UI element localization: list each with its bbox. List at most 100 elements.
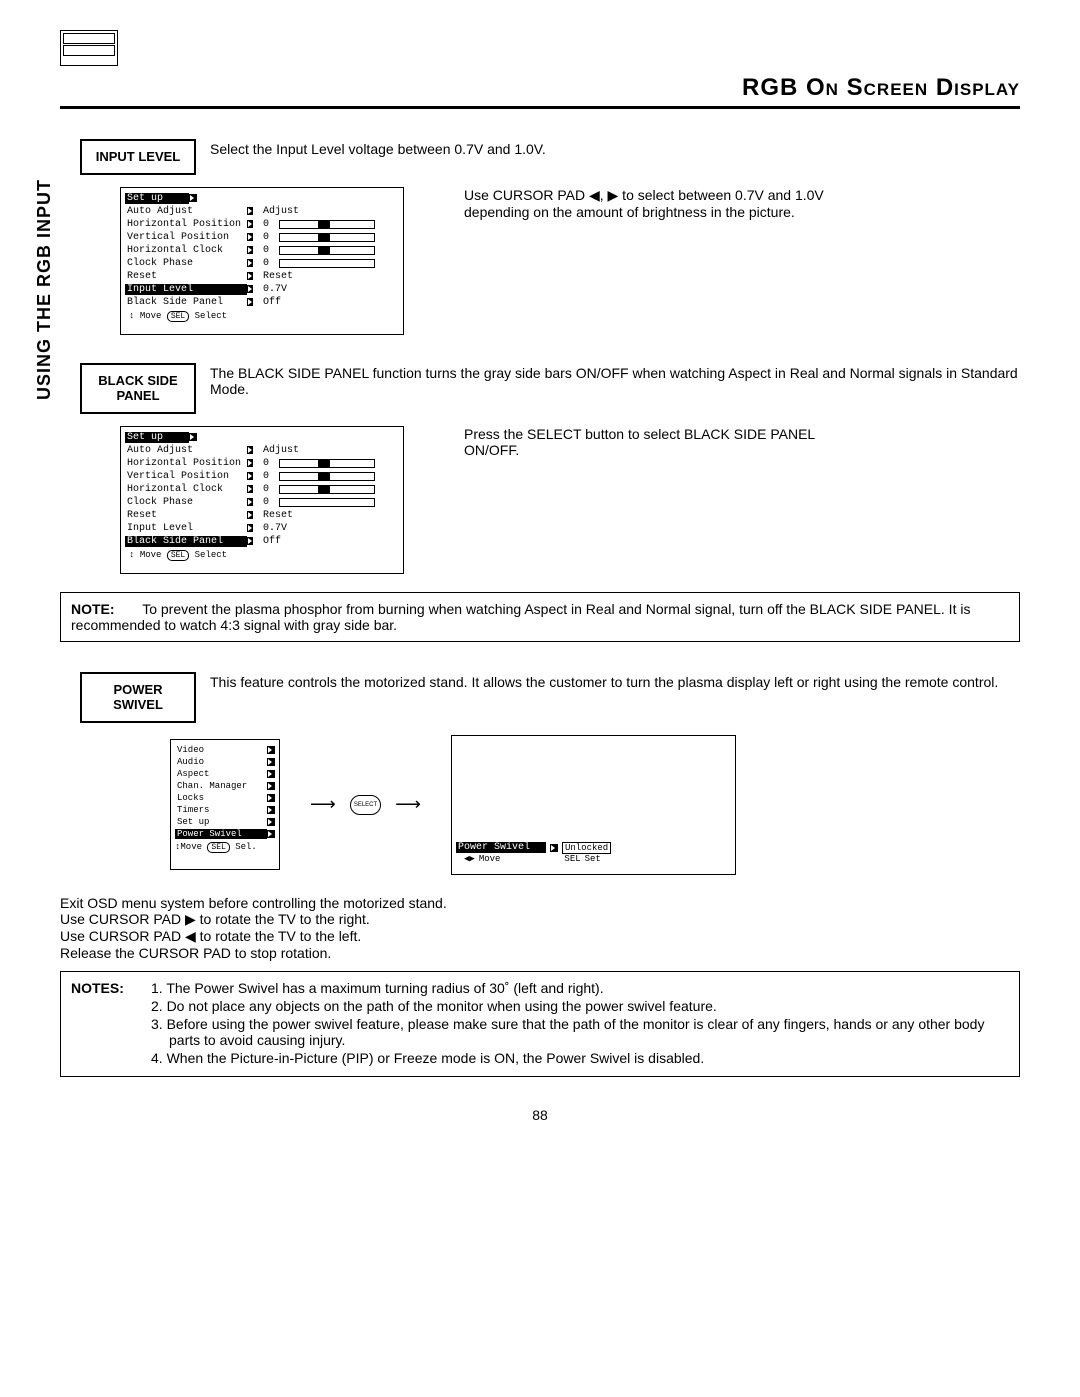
- notes-box: NOTES: 1. The Power Swivel has a maximum…: [60, 971, 1020, 1077]
- osd1-val: 0: [263, 219, 277, 230]
- menu-arrow-icon: [550, 844, 558, 852]
- osd1-val: Off: [263, 297, 281, 308]
- osd2-item: Horizontal Position: [125, 458, 247, 469]
- menu-arrow-icon: [267, 746, 275, 754]
- osd1-item: Vertical Position: [125, 232, 247, 243]
- updown-icon: ↕: [129, 311, 134, 321]
- menu-arrow-icon: [247, 446, 253, 454]
- menu-arrow-icon: [267, 782, 275, 790]
- osd2-val: Reset: [263, 510, 293, 521]
- menu-arrow-icon: [247, 485, 253, 493]
- menu-arrow-icon: [247, 498, 253, 506]
- note-label: NOTE:: [71, 601, 115, 617]
- osd2-item: Vertical Position: [125, 471, 247, 482]
- mm-item: Power Swivel: [175, 829, 267, 839]
- main-menu-osd: Video Audio Aspect Chan. Manager Locks T…: [170, 739, 280, 870]
- osd1-val: Adjust: [263, 206, 299, 217]
- menu-arrow-icon: [247, 472, 253, 480]
- mm-item: Set up: [175, 817, 267, 827]
- menu-arrow-icon: [267, 830, 275, 838]
- input-level-label: INPUT LEVEL: [80, 139, 196, 175]
- instr-line: Use CURSOR PAD ◀ to rotate the TV to the…: [60, 928, 1020, 945]
- osd1-val: 0: [263, 258, 277, 269]
- page-title: RGB On Screen Display: [60, 74, 1020, 109]
- menu-arrow-icon: [247, 220, 253, 228]
- osd-footer: ↕ Move SEL Select: [125, 311, 399, 322]
- osd2-val: 0: [263, 471, 277, 482]
- input-level-desc: Select the Input Level voltage between 0…: [210, 139, 1020, 157]
- osd1-item: Reset: [125, 271, 247, 282]
- select-arrows: ⟶ SELECT ⟶: [310, 794, 421, 815]
- instr-line: Release the CURSOR PAD to stop rotation.: [60, 945, 1020, 961]
- note-item: 3. Before using the power swivel feature…: [151, 1016, 1009, 1048]
- osd1-val: Reset: [263, 271, 293, 282]
- content: INPUT LEVEL Select the Input Level volta…: [80, 139, 1020, 1077]
- menu-arrow-icon: [267, 806, 275, 814]
- power-swivel-label: POWER SWIVEL: [80, 672, 196, 723]
- osd1-item: Horizontal Position: [125, 219, 247, 230]
- instr-line: Use CURSOR PAD ▶ to rotate the TV to the…: [60, 911, 1020, 928]
- mm-item: Aspect: [175, 769, 267, 779]
- menu-arrow-icon: [247, 259, 253, 267]
- osd1-val: 0.7V: [263, 284, 287, 295]
- menu-arrow-icon: [267, 770, 275, 778]
- osd1-val: 0: [263, 245, 277, 256]
- osd-setup-1: Set up Auto Adjust Horizontal Position V…: [120, 187, 404, 335]
- mm-item: Audio: [175, 757, 267, 767]
- menu-arrow-icon: [247, 524, 253, 532]
- device-icon: [60, 30, 118, 66]
- notes-list: 1. The Power Swivel has a maximum turnin…: [151, 980, 1009, 1068]
- note-box: NOTE: To prevent the plasma phosphor fro…: [60, 592, 1020, 642]
- power-swivel-row: POWER SWIVEL This feature controls the m…: [80, 672, 1020, 723]
- osd2-item: Clock Phase: [125, 497, 247, 508]
- black-side-side: Press the SELECT button to select BLACK …: [464, 426, 824, 458]
- menu-arrow-icon: [267, 818, 275, 826]
- black-side-row: BLACK SIDE PANEL The BLACK SIDE PANEL fu…: [80, 363, 1020, 414]
- updown-icon: ↕: [129, 550, 134, 560]
- osd2-item: Input Level: [125, 523, 247, 534]
- osd1-item: Black Side Panel: [125, 297, 247, 308]
- page: RGB On Screen Display USING THE RGB INPU…: [0, 0, 1080, 1153]
- menu-arrow-icon: [189, 194, 197, 202]
- osd2-item: Black Side Panel: [125, 536, 247, 547]
- osd1-item: Input Level: [125, 284, 247, 295]
- status-name: Power Swivel: [456, 842, 546, 853]
- power-swivel-desc: This feature controls the motorized stan…: [210, 672, 1020, 690]
- menu-arrow-icon: [247, 298, 253, 306]
- black-side-screen-row: Set up Auto Adjust Horizontal Position V…: [120, 426, 1020, 574]
- osd2-val: 0.7V: [263, 523, 287, 534]
- osd2-item: Reset: [125, 510, 247, 521]
- menu-arrow-icon: [247, 511, 253, 519]
- menu-arrow-icon: [267, 794, 275, 802]
- osd2-item: Horizontal Clock: [125, 484, 247, 495]
- osd2-val: Adjust: [263, 445, 299, 456]
- menu-arrow-icon: [247, 246, 253, 254]
- osd1-item: Horizontal Clock: [125, 245, 247, 256]
- note-item: 1. The Power Swivel has a maximum turnin…: [151, 980, 1009, 996]
- note-text: To prevent the plasma phosphor from burn…: [71, 601, 970, 633]
- osd2-item: Auto Adjust: [125, 445, 247, 456]
- side-tab: USING THE RGB INPUT: [34, 179, 55, 400]
- arrow-right-icon: ⟶: [310, 794, 336, 815]
- menu-arrow-icon: [189, 433, 197, 441]
- black-side-label: BLACK SIDE PANEL: [80, 363, 196, 414]
- status-value: Unlocked: [562, 842, 611, 854]
- input-level-row: INPUT LEVEL Select the Input Level volta…: [80, 139, 1020, 175]
- osd1-item: Auto Adjust: [125, 206, 247, 217]
- instr-line: Exit OSD menu system before controlling …: [60, 895, 1020, 911]
- swivel-instructions: Exit OSD menu system before controlling …: [60, 895, 1020, 961]
- select-button[interactable]: SELECT: [350, 795, 381, 815]
- swivel-screens: Video Audio Aspect Chan. Manager Locks T…: [170, 735, 1020, 875]
- osd2-val: 0: [263, 484, 277, 495]
- osd2-val: Off: [263, 536, 281, 547]
- mm-footer: ↕Move SEL Sel.: [175, 842, 275, 853]
- osd1-item: Clock Phase: [125, 258, 247, 269]
- mm-item: Locks: [175, 793, 267, 803]
- menu-arrow-icon: [247, 207, 253, 215]
- mm-item: Chan. Manager: [175, 781, 267, 791]
- osd2-val: 0: [263, 458, 277, 469]
- menu-arrow-icon: [247, 285, 253, 293]
- menu-arrow-icon: [247, 537, 253, 545]
- menu-arrow-icon: [247, 459, 253, 467]
- osd2-val: 0: [263, 497, 277, 508]
